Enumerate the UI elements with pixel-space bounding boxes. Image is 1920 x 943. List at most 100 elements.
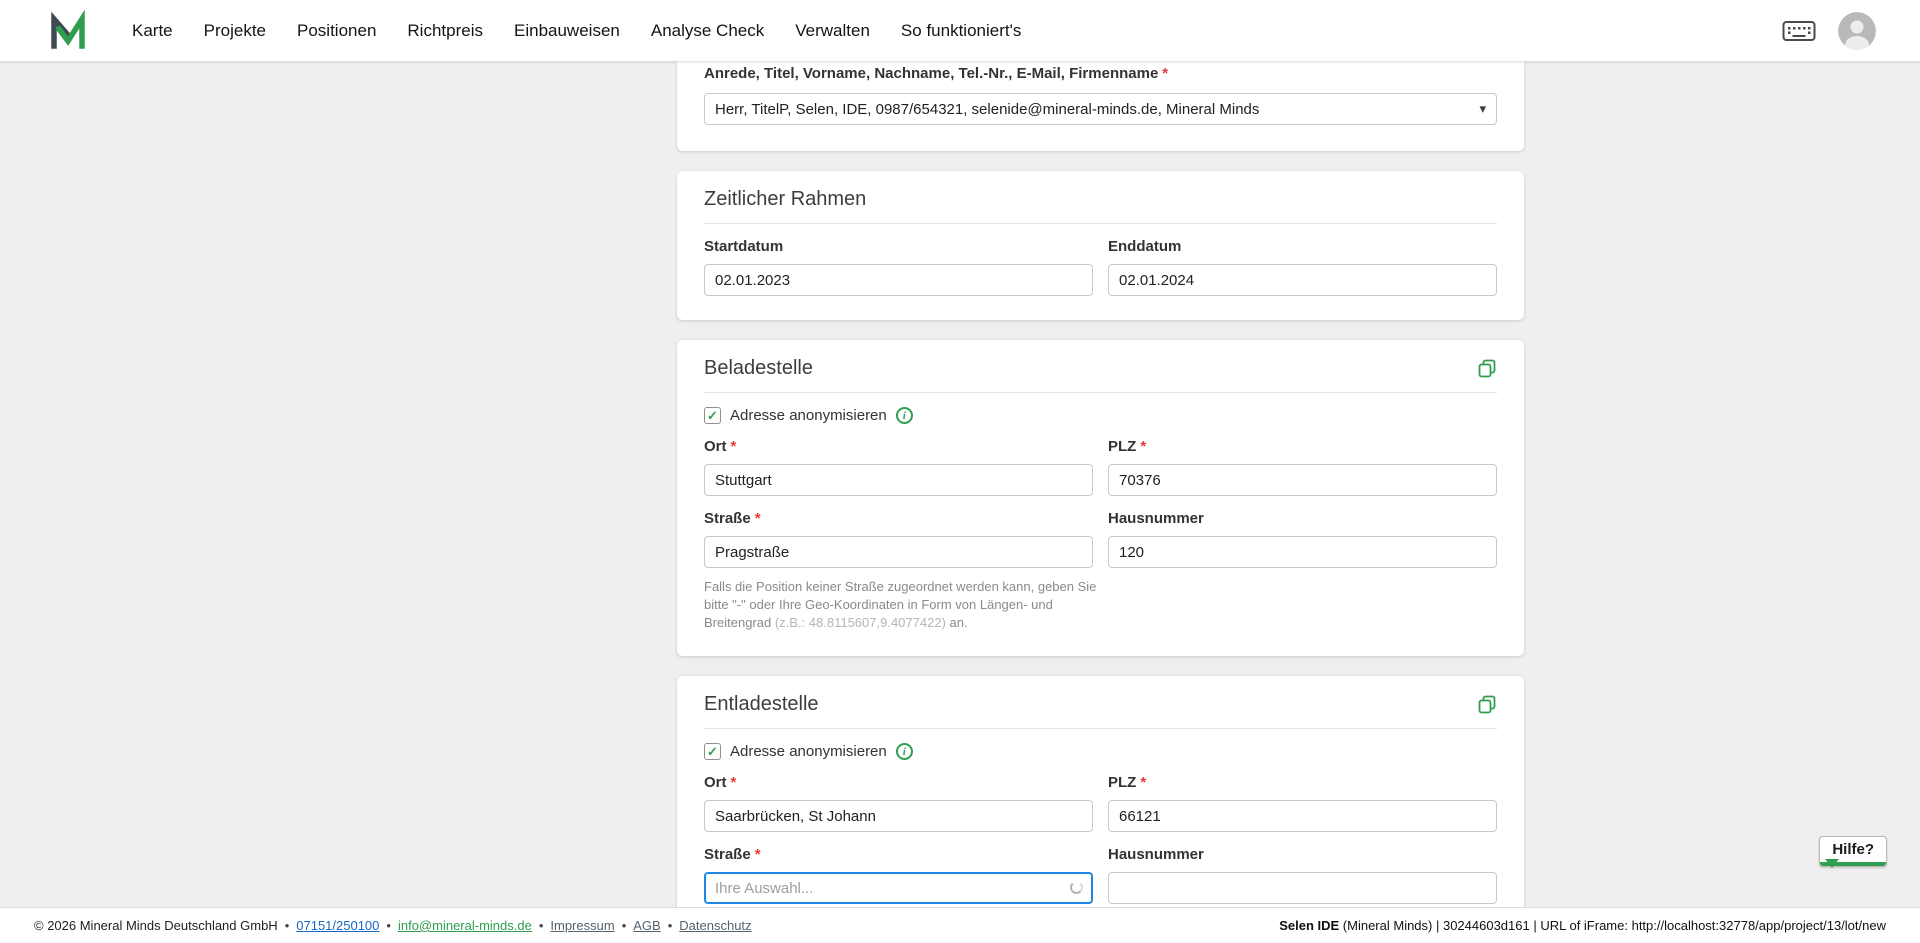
page-footer: © 2026 Mineral Minds Deutschland GmbH • … (0, 907, 1920, 943)
nav-item-analyse-check[interactable]: Analyse Check (651, 21, 764, 41)
nav-item-verwalten[interactable]: Verwalten (795, 21, 870, 41)
belade-hausnummer-label: Hausnummer (1108, 510, 1497, 528)
anonymize-checkbox[interactable]: ✓ (704, 743, 721, 760)
entlade-strasse-label: Straße* (704, 846, 1093, 864)
belade-plz-field: PLZ* (1108, 438, 1497, 496)
separator-dot: • (668, 918, 673, 933)
separator-dot: • (285, 918, 290, 933)
required-asterisk: * (1162, 65, 1168, 82)
copy-icon[interactable] (1477, 358, 1497, 378)
startdatum-field: Startdatum (704, 238, 1093, 296)
nav-item-karte[interactable]: Karte (132, 21, 173, 41)
belade-plz-input[interactable] (1108, 464, 1497, 496)
copy-icon[interactable] (1477, 694, 1497, 714)
anonymize-label: Adresse anonymisieren (730, 743, 887, 760)
user-avatar-icon[interactable] (1838, 12, 1876, 50)
nav-item-einbauweisen[interactable]: Einbauweisen (514, 21, 620, 41)
entlade-hausnummer-input[interactable] (1108, 872, 1497, 904)
required-asterisk: * (731, 774, 737, 791)
startdatum-input[interactable] (704, 264, 1093, 296)
contact-label-text: Anrede, Titel, Vorname, Nachname, Tel.-N… (704, 65, 1158, 82)
nav-item-positionen[interactable]: Positionen (297, 21, 376, 41)
beladestelle-row-1: Ort* PLZ* (704, 438, 1497, 496)
entlade-strasse-input[interactable] (704, 872, 1093, 904)
required-asterisk: * (1140, 438, 1146, 455)
navbar-right (1782, 12, 1876, 50)
entlade-plz-label: PLZ* (1108, 774, 1497, 792)
session-info: Selen IDE (Mineral Minds) | 30244603d161… (1279, 918, 1886, 933)
help-button[interactable]: Hilfe? (1819, 836, 1887, 867)
hint-example: (z.B.: 48.8115607,9.4077422) (775, 615, 946, 630)
footer-agb-link[interactable]: AGB (633, 918, 660, 933)
anonymize-row: ✓ Adresse anonymisieren i (704, 743, 1497, 760)
section-divider (704, 392, 1497, 393)
entladestelle-row-2: Straße* Hausnummer (704, 846, 1497, 904)
check-icon: ✓ (707, 745, 718, 758)
footer-links: © 2026 Mineral Minds Deutschland GmbH • … (34, 918, 752, 933)
anonymize-label: Adresse anonymisieren (730, 407, 887, 424)
contact-select[interactable]: Herr, TitelP, Selen, IDE, 0987/654321, s… (704, 93, 1497, 125)
section-divider (704, 728, 1497, 729)
strasse-hint: Falls die Position keiner Straße zugeord… (704, 578, 1106, 632)
footer-email-link[interactable]: info@mineral-minds.de (398, 918, 532, 933)
hint-suffix: an. (946, 615, 968, 630)
loading-spinner-icon (1070, 881, 1083, 894)
beladestelle-title: Beladestelle (704, 356, 813, 380)
main-nav: Karte Projekte Positionen Richtpreis Ein… (132, 21, 1021, 41)
entlade-plz-field: PLZ* (1108, 774, 1497, 832)
anonymize-checkbox[interactable]: ✓ (704, 407, 721, 424)
separator-dot: • (386, 918, 391, 933)
contact-select-value: Herr, TitelP, Selen, IDE, 0987/654321, s… (715, 101, 1259, 118)
entlade-plz-input[interactable] (1108, 800, 1497, 832)
footer-impressum-link[interactable]: Impressum (550, 918, 614, 933)
nav-item-projekte[interactable]: Projekte (204, 21, 266, 41)
keyboard-icon[interactable] (1782, 19, 1816, 43)
belade-hausnummer-field: Hausnummer (1108, 510, 1497, 568)
section-divider (704, 223, 1497, 224)
required-asterisk: * (755, 510, 761, 527)
chevron-down-icon: ▾ (1479, 101, 1486, 117)
required-asterisk: * (755, 846, 761, 863)
entladestelle-title: Entladestelle (704, 692, 819, 716)
footer-phone-link[interactable]: 07151/250100 (296, 918, 379, 933)
belade-hausnummer-input[interactable] (1108, 536, 1497, 568)
separator-dot: • (622, 918, 627, 933)
belade-strasse-label: Straße* (704, 510, 1093, 528)
info-glyph: i (903, 410, 906, 422)
belade-ort-label-text: Ort (704, 438, 727, 455)
enddatum-field: Enddatum (1108, 238, 1497, 296)
main-content: Anrede, Titel, Vorname, Nachname, Tel.-N… (0, 61, 1920, 907)
top-navbar: Karte Projekte Positionen Richtpreis Ein… (0, 0, 1920, 61)
contact-card: Anrede, Titel, Vorname, Nachname, Tel.-N… (677, 61, 1524, 151)
anonymize-row: ✓ Adresse anonymisieren i (704, 407, 1497, 424)
nav-item-richtpreis[interactable]: Richtpreis (407, 21, 483, 41)
entladestelle-card: Entladestelle ✓ Adresse anonymisieren i … (677, 676, 1524, 907)
entlade-ort-input[interactable] (704, 800, 1093, 832)
entlade-ort-field: Ort* (704, 774, 1093, 832)
timeframe-title: Zeitlicher Rahmen (704, 187, 1497, 211)
footer-datenschutz-link[interactable]: Datenschutz (679, 918, 751, 933)
copyright-text: © 2026 Mineral Minds Deutschland GmbH (34, 918, 278, 933)
entlade-plz-label-text: PLZ (1108, 774, 1136, 791)
entlade-strasse-label-text: Straße (704, 846, 751, 863)
belade-ort-input[interactable] (704, 464, 1093, 496)
required-asterisk: * (731, 438, 737, 455)
beladestelle-card: Beladestelle ✓ Adresse anonymisieren i O… (677, 340, 1524, 656)
mineral-minds-logo[interactable] (46, 10, 88, 52)
nav-item-so-funktionierts[interactable]: So funktioniert's (901, 21, 1021, 41)
entlade-hausnummer-label: Hausnummer (1108, 846, 1497, 864)
belade-strasse-input[interactable] (704, 536, 1093, 568)
info-icon[interactable]: i (896, 407, 913, 424)
belade-strasse-label-text: Straße (704, 510, 751, 527)
entladestelle-row-1: Ort* PLZ* (704, 774, 1497, 832)
enddatum-input[interactable] (1108, 264, 1497, 296)
lot-form: Anrede, Titel, Vorname, Nachname, Tel.-N… (677, 61, 1524, 907)
belade-plz-label-text: PLZ (1108, 438, 1136, 455)
startdatum-label: Startdatum (704, 238, 1093, 256)
info-icon[interactable]: i (896, 743, 913, 760)
belade-strasse-field: Straße* (704, 510, 1093, 568)
help-button-label: Hilfe? (1832, 841, 1874, 858)
entlade-ort-label-text: Ort (704, 774, 727, 791)
required-asterisk: * (1140, 774, 1146, 791)
timeframe-card: Zeitlicher Rahmen Startdatum Enddatum (677, 171, 1524, 320)
